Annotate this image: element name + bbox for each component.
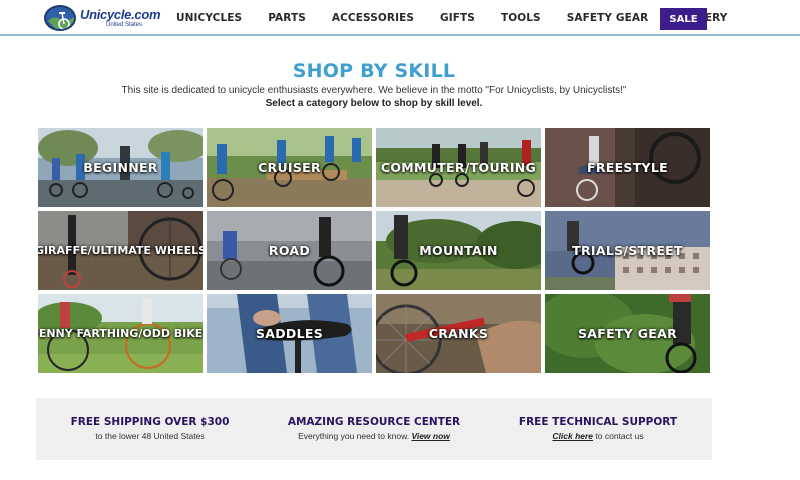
click-here-link[interactable]: Click here [552, 431, 593, 441]
nav-gifts[interactable]: GIFTS [440, 12, 475, 24]
category-tile-mountain[interactable]: MOUNTAIN [376, 211, 541, 290]
feature-subtitle: to the lower 48 United States [95, 431, 205, 441]
logo-wordmark: Unicycle.com [80, 7, 161, 22]
feature-free-shipping: FREE SHIPPING OVER $300 to the lower 48 … [50, 416, 250, 441]
feature-subtitle: Everything you need to know. View now [274, 431, 474, 441]
category-label: TRIALS/STREET [572, 243, 683, 258]
category-tile-safety-gear[interactable]: SAFETY GEAR [545, 294, 710, 373]
globe-unicycle-icon [44, 5, 76, 31]
category-label: FREESTYLE [586, 160, 669, 175]
intro-text: This site is dedicated to unicycle enthu… [121, 85, 627, 96]
nav-safety-gear[interactable]: SAFETY GEAR [567, 12, 649, 24]
feature-title: AMAZING RESOURCE CENTER [287, 416, 461, 428]
category-label: BEGINNER [83, 160, 158, 175]
category-label: MOUNTAIN [419, 243, 498, 258]
category-grid: BEGINNER CRUISER COMMUTER/TOURING FREEST… [38, 128, 711, 374]
feature-technical-support: FREE TECHNICAL SUPPORT Click here to con… [498, 416, 698, 441]
nav-accessories[interactable]: ACCESSORIES [332, 12, 414, 24]
category-label: CRANKS [428, 326, 489, 341]
nav-unicycles[interactable]: UNICYCLES [176, 12, 242, 24]
category-tile-cruiser[interactable]: CRUISER [207, 128, 372, 207]
category-tile-beginner[interactable]: BEGINNER [38, 128, 203, 207]
category-tile-commuter-touring[interactable]: COMMUTER/TOURING [376, 128, 541, 207]
feature-resource-center: AMAZING RESOURCE CENTER Everything you n… [274, 416, 474, 441]
feature-title: FREE SHIPPING OVER $300 [70, 416, 230, 428]
nav-tools[interactable]: TOOLS [501, 12, 541, 24]
category-tile-saddles[interactable]: SADDLES [207, 294, 372, 373]
category-tile-trials-street[interactable]: TRIALS/STREET [545, 211, 710, 290]
features-band: FREE SHIPPING OVER $300 to the lower 48 … [36, 398, 712, 460]
feature-subtitle-text: Everything you need to know. [298, 431, 412, 441]
category-label: CRUISER [258, 160, 321, 175]
category-tile-giraffe-ultimate-wheels[interactable]: GIRAFFE/ULTIMATE WHEELS [38, 211, 203, 290]
category-label: PENNY FARTHING/ODD BIKES [38, 327, 203, 340]
feature-subtitle: Click here to contact us [498, 431, 698, 441]
logo-subtitle: United States [106, 22, 143, 28]
category-label: ROAD [268, 243, 311, 258]
view-now-link[interactable]: View now [411, 431, 449, 441]
category-tile-freestyle[interactable]: FREESTYLE [545, 128, 710, 207]
intro-instruction: Select a category below to shop by skill… [265, 98, 483, 109]
category-tile-penny-farthing-odd-bikes[interactable]: PENNY FARTHING/ODD BIKES [38, 294, 203, 373]
category-label: GIRAFFE/ULTIMATE WHEELS [38, 244, 203, 257]
category-label: SADDLES [255, 326, 324, 341]
category-tile-cranks[interactable]: CRANKS [376, 294, 541, 373]
site-header: Unicycle.com United States UNICYCLES PAR… [0, 0, 800, 36]
category-tile-road[interactable]: ROAD [207, 211, 372, 290]
sale-button[interactable]: SALE [660, 8, 707, 30]
site-logo[interactable]: Unicycle.com United States [44, 5, 161, 33]
category-label: COMMUTER/TOURING [380, 160, 537, 175]
feature-title: FREE TECHNICAL SUPPORT [518, 416, 678, 428]
feature-subtitle-text: to contact us [593, 431, 644, 441]
category-label: SAFETY GEAR [577, 326, 678, 341]
nav-parts[interactable]: PARTS [268, 12, 306, 24]
page-title: SHOP BY SKILL [292, 60, 456, 82]
